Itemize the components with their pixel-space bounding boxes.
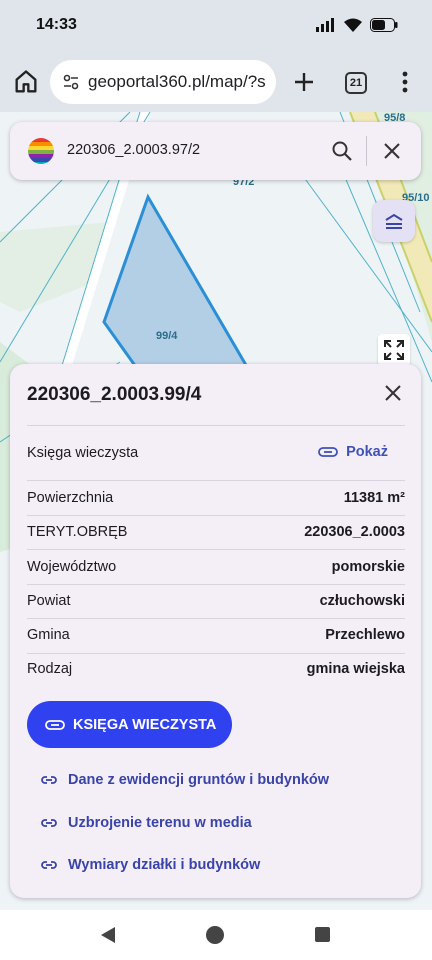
- fullscreen-icon: [384, 340, 404, 360]
- link-dimensions[interactable]: Wymiary działki i budynków: [40, 857, 260, 873]
- parcel-title: 220306_2.0003.99/4: [27, 384, 202, 405]
- kw-label: Księga wieczysta: [27, 445, 139, 461]
- link-icon: [41, 819, 57, 827]
- signal-icon: [316, 18, 334, 32]
- back-icon[interactable]: [99, 926, 117, 944]
- link-dimensions-label: Wymiary działki i budynków: [68, 857, 261, 873]
- commune-value: Przechlewo: [325, 627, 405, 643]
- site-settings-icon[interactable]: [62, 73, 80, 91]
- search-icon[interactable]: [330, 139, 354, 163]
- divider: [27, 425, 405, 426]
- more-menu-icon[interactable]: [395, 68, 415, 96]
- land-register-button[interactable]: KSIĘGA WIECZYSTA: [27, 701, 232, 748]
- link-icon: [41, 861, 57, 869]
- close-panel-icon[interactable]: [381, 381, 405, 405]
- county-label: Powiat: [27, 593, 71, 609]
- home-nav-icon[interactable]: [206, 926, 224, 944]
- url-text: geoportal360.pl/map/?s: [88, 72, 266, 91]
- link-icon: [41, 776, 57, 784]
- battery-icon: [370, 18, 398, 32]
- geoportal-logo: [28, 138, 54, 164]
- area-label: Powierzchnia: [27, 490, 114, 506]
- teryt-value: 220306_2.0003: [304, 524, 405, 540]
- divider: [27, 549, 405, 550]
- browser-toolbar: geoportal360.pl/map/?s 21: [0, 52, 432, 112]
- divider: [27, 653, 405, 654]
- divider: [27, 480, 405, 481]
- divider: [27, 584, 405, 585]
- search-divider: [366, 136, 367, 166]
- teryt-label: TERYT.OBRĘB: [27, 524, 128, 540]
- link-utilities[interactable]: Uzbrojenie terenu w media: [40, 815, 252, 831]
- fullscreen-button[interactable]: [378, 334, 410, 366]
- clear-search-icon[interactable]: [380, 139, 404, 163]
- parcel-info-panel: 220306_2.0003.99/4 Księga wieczysta Poka…: [10, 364, 421, 898]
- area-value: 11381 m²: [343, 490, 405, 506]
- search-card: 220306_2.0003.97/2: [10, 122, 421, 180]
- link-utilities-label: Uzbrojenie terenu w media: [68, 815, 252, 831]
- voivodeship-value: pomorskie: [331, 559, 405, 575]
- new-tab-icon[interactable]: [288, 66, 320, 98]
- tab-switcher-button[interactable]: 21: [345, 72, 367, 94]
- show-kw-link[interactable]: Pokaż: [318, 444, 388, 460]
- link-land-records[interactable]: Dane z ewidencji gruntów i budynków: [40, 772, 329, 788]
- divider: [27, 618, 405, 619]
- land-register-button-label: KSIĘGA WIECZYSTA: [73, 716, 217, 733]
- voivodeship-label: Województwo: [27, 559, 117, 575]
- status-bar: 14:33: [0, 0, 432, 52]
- wifi-icon: [344, 18, 362, 32]
- link-land-records-label: Dane z ewidencji gruntów i budynków: [68, 772, 330, 788]
- address-bar[interactable]: geoportal360.pl/map/?s: [50, 60, 276, 104]
- type-value: gmina wiejska: [306, 661, 405, 677]
- recent-apps-icon[interactable]: [315, 927, 330, 942]
- divider: [27, 515, 405, 516]
- system-nav-bar: [0, 910, 432, 960]
- commune-label: Gmina: [27, 627, 70, 643]
- link-icon: [45, 719, 65, 730]
- layers-button[interactable]: [373, 200, 415, 242]
- selected-parcel[interactable]: [102, 193, 253, 374]
- status-icons: [316, 18, 398, 32]
- county-value: człuchowski: [319, 593, 405, 609]
- show-kw-label: Pokaż: [346, 444, 388, 460]
- type-label: Rodzaj: [27, 661, 73, 677]
- map-parcel-label: 99/4: [156, 330, 178, 342]
- search-input[interactable]: 220306_2.0003.97/2: [67, 142, 200, 158]
- layers-icon: [385, 213, 403, 229]
- home-icon[interactable]: [12, 68, 40, 96]
- status-time: 14:33: [36, 16, 77, 33]
- link-icon: [318, 447, 338, 457]
